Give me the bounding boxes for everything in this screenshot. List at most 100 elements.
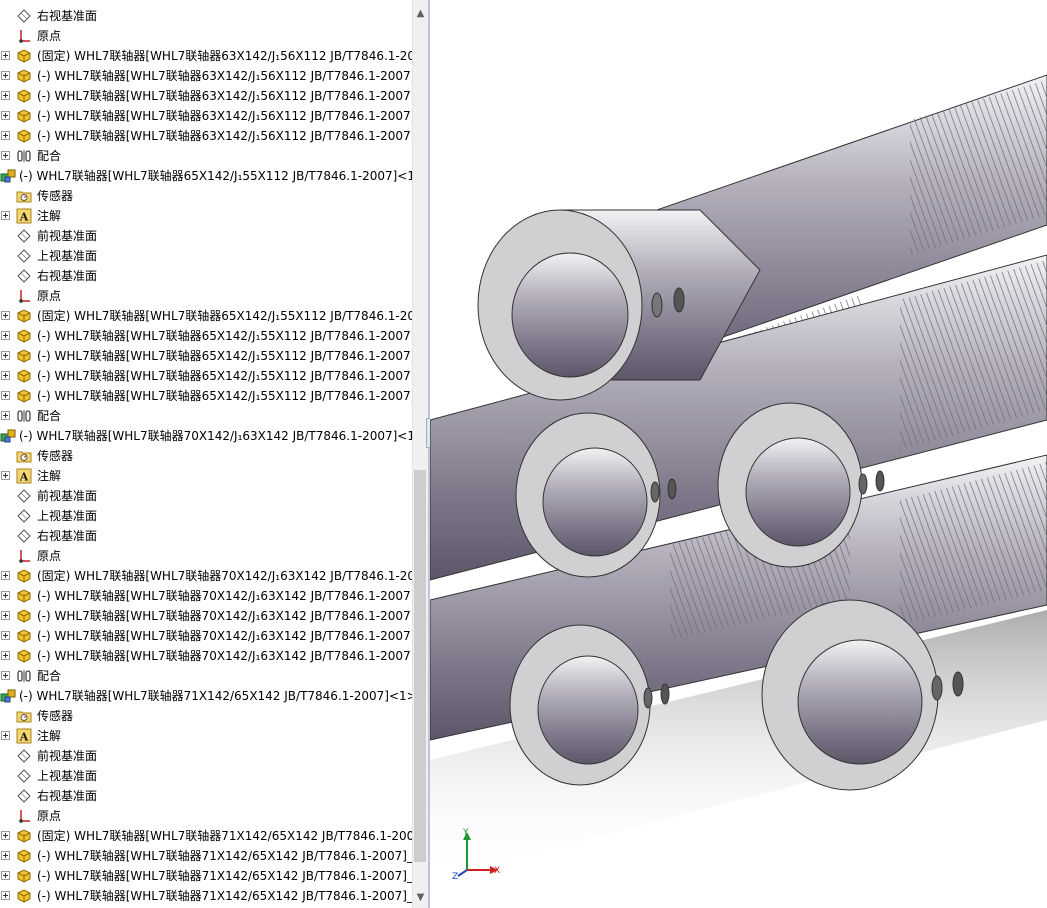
expand-toggle-icon[interactable] bbox=[1, 51, 10, 60]
tree-item[interactable]: 前视基准面 bbox=[0, 226, 413, 246]
tree-item-label: 传感器 bbox=[37, 709, 74, 723]
tree-item[interactable]: (-) WHL7联轴器[WHL7联轴器65X142/J₁55X112 JB/T7… bbox=[0, 366, 413, 386]
part-icon bbox=[16, 308, 32, 324]
origin-icon bbox=[16, 548, 32, 564]
expand-toggle-icon[interactable] bbox=[1, 391, 10, 400]
tree-item[interactable]: 原点 bbox=[0, 286, 413, 306]
plane-icon bbox=[16, 508, 32, 524]
tree-item[interactable]: (-) WHL7联轴器[WHL7联轴器63X142/J₁56X112 JB/T7… bbox=[0, 66, 413, 86]
part-icon bbox=[16, 48, 32, 64]
tree-item[interactable]: (-) WHL7联轴器[WHL7联轴器70X142/J₁63X142 JB/T7… bbox=[0, 626, 413, 646]
tree-item-label: 配合 bbox=[37, 149, 62, 163]
tree-item[interactable]: (-) WHL7联轴器[WHL7联轴器71X142/65X142 JB/T784… bbox=[0, 686, 413, 706]
tree-item-label: 原点 bbox=[37, 29, 62, 43]
tree-item[interactable]: (-) WHL7联轴器[WHL7联轴器63X142/J₁56X112 JB/T7… bbox=[0, 106, 413, 126]
tree-item[interactable]: 右视基准面 bbox=[0, 266, 413, 286]
tree-item[interactable]: 上视基准面 bbox=[0, 506, 413, 526]
tree-item[interactable]: (-) WHL7联轴器[WHL7联轴器70X142/J₁63X142 JB/T7… bbox=[0, 426, 413, 446]
tree-item-label: (-) WHL7联轴器[WHL7联轴器70X142/J₁63X142 JB/T7… bbox=[37, 649, 413, 663]
tree-item[interactable]: (-) WHL7联轴器[WHL7联轴器71X142/65X142 JB/T784… bbox=[0, 866, 413, 886]
expand-toggle-icon[interactable] bbox=[1, 571, 10, 580]
tree-item[interactable]: (-) WHL7联轴器[WHL7联轴器70X142/J₁63X142 JB/T7… bbox=[0, 646, 413, 666]
expand-toggle-icon[interactable] bbox=[1, 71, 10, 80]
tree-item[interactable]: A 注解 bbox=[0, 466, 413, 486]
tree-item-label: (-) WHL7联轴器[WHL7联轴器71X142/65X142 JB/T784… bbox=[37, 889, 413, 903]
tree-item[interactable]: (-) WHL7联轴器[WHL7联轴器65X142/J₁55X112 JB/T7… bbox=[0, 166, 413, 186]
tree-item[interactable]: A 注解 bbox=[0, 206, 413, 226]
tree-item[interactable]: 传感器 bbox=[0, 446, 413, 466]
expand-toggle-icon[interactable] bbox=[1, 331, 10, 340]
tree-item-label: (-) WHL7联轴器[WHL7联轴器63X142/J₁56X112 JB/T7… bbox=[37, 129, 413, 143]
annotation-icon: A bbox=[16, 468, 32, 484]
part-icon bbox=[16, 828, 32, 844]
expand-toggle-icon[interactable] bbox=[1, 371, 10, 380]
graphics-viewport[interactable]: Y X Z bbox=[430, 0, 1047, 908]
tree-item[interactable]: (-) WHL7联轴器[WHL7联轴器65X142/J₁55X112 JB/T7… bbox=[0, 386, 413, 406]
expand-toggle-icon[interactable] bbox=[1, 211, 10, 220]
tree-item[interactable]: (固定) WHL7联轴器[WHL7联轴器63X142/J₁56X112 JB/T… bbox=[0, 46, 413, 66]
tree-item[interactable]: 右视基准面 bbox=[0, 526, 413, 546]
tree-item[interactable]: 配合 bbox=[0, 666, 413, 686]
tree-item[interactable]: 右视基准面 bbox=[0, 6, 413, 26]
expand-toggle-icon[interactable] bbox=[1, 591, 10, 600]
expand-toggle-icon[interactable] bbox=[1, 631, 10, 640]
expand-toggle-icon[interactable] bbox=[1, 351, 10, 360]
expand-toggle-icon[interactable] bbox=[1, 91, 10, 100]
tree-item-label: (-) WHL7联轴器[WHL7联轴器63X142/J₁56X112 JB/T7… bbox=[37, 89, 413, 103]
tree-item[interactable]: 传感器 bbox=[0, 186, 413, 206]
tree-item[interactable]: (-) WHL7联轴器[WHL7联轴器63X142/J₁56X112 JB/T7… bbox=[0, 126, 413, 146]
tree-item[interactable]: 传感器 bbox=[0, 706, 413, 726]
expand-toggle-icon[interactable] bbox=[1, 871, 10, 880]
plane-icon bbox=[16, 8, 32, 24]
tree-item-label: (-) WHL7联轴器[WHL7联轴器71X142/65X142 JB/T784… bbox=[37, 849, 413, 863]
tree-item[interactable]: (-) WHL7联轴器[WHL7联轴器70X142/J₁63X142 JB/T7… bbox=[0, 606, 413, 626]
tree-item[interactable]: A 注解 bbox=[0, 726, 413, 746]
tree-item-label: 注解 bbox=[37, 729, 62, 743]
annotation-icon: A bbox=[16, 208, 32, 224]
expand-toggle-icon[interactable] bbox=[1, 831, 10, 840]
expand-toggle-icon[interactable] bbox=[1, 311, 10, 320]
tree-item[interactable]: (-) WHL7联轴器[WHL7联轴器71X142/65X142 JB/T784… bbox=[0, 886, 413, 906]
expand-toggle-icon[interactable] bbox=[1, 851, 10, 860]
scroll-down-arrow[interactable]: ▼ bbox=[413, 890, 428, 904]
svg-text:A: A bbox=[19, 211, 29, 224]
tree-item-label: 上视基准面 bbox=[37, 249, 98, 263]
tree-item[interactable]: 前视基准面 bbox=[0, 746, 413, 766]
expand-toggle-icon[interactable] bbox=[1, 151, 10, 160]
tree-item-label: 原点 bbox=[37, 549, 62, 563]
plane-icon bbox=[16, 488, 32, 504]
tree-item[interactable]: (-) WHL7联轴器[WHL7联轴器63X142/J₁56X112 JB/T7… bbox=[0, 86, 413, 106]
tree-item[interactable]: 右视基准面 bbox=[0, 786, 413, 806]
tree-item[interactable]: 原点 bbox=[0, 806, 413, 826]
expand-toggle-icon[interactable] bbox=[1, 651, 10, 660]
expand-toggle-icon[interactable] bbox=[1, 111, 10, 120]
expand-toggle-icon[interactable] bbox=[1, 671, 10, 680]
tree-item[interactable]: 配合 bbox=[0, 406, 413, 426]
tree-item[interactable]: (-) WHL7联轴器[WHL7联轴器65X142/J₁55X112 JB/T7… bbox=[0, 326, 413, 346]
tree-item[interactable]: (固定) WHL7联轴器[WHL7联轴器71X142/65X142 JB/T78… bbox=[0, 826, 413, 846]
expand-toggle-icon[interactable] bbox=[1, 471, 10, 480]
scroll-up-arrow[interactable]: ▲ bbox=[413, 6, 428, 20]
tree-item[interactable]: 上视基准面 bbox=[0, 246, 413, 266]
plane-icon bbox=[16, 788, 32, 804]
expand-toggle-icon[interactable] bbox=[1, 411, 10, 420]
scroll-thumb[interactable] bbox=[414, 470, 426, 862]
tree-item[interactable]: 前视基准面 bbox=[0, 486, 413, 506]
tree-item[interactable]: 原点 bbox=[0, 26, 413, 46]
tree-item[interactable]: (-) WHL7联轴器[WHL7联轴器65X142/J₁55X112 JB/T7… bbox=[0, 346, 413, 366]
expand-toggle-icon[interactable] bbox=[1, 611, 10, 620]
part-icon bbox=[16, 848, 32, 864]
tree-item[interactable]: 原点 bbox=[0, 546, 413, 566]
expand-toggle-icon[interactable] bbox=[1, 731, 10, 740]
tree-item[interactable]: 上视基准面 bbox=[0, 766, 413, 786]
tree-item[interactable]: (固定) WHL7联轴器[WHL7联轴器65X142/J₁55X112 JB/T… bbox=[0, 306, 413, 326]
origin-icon bbox=[16, 288, 32, 304]
tree-item[interactable]: (固定) WHL7联轴器[WHL7联轴器70X142/J₁63X142 JB/T… bbox=[0, 566, 413, 586]
tree-item[interactable]: (-) WHL7联轴器[WHL7联轴器71X142/65X142 JB/T784… bbox=[0, 846, 413, 866]
tree-item[interactable]: 配合 bbox=[0, 146, 413, 166]
expand-toggle-icon[interactable] bbox=[1, 131, 10, 140]
tree-item-label: 右视基准面 bbox=[37, 269, 98, 283]
tree-item[interactable]: (-) WHL7联轴器[WHL7联轴器70X142/J₁63X142 JB/T7… bbox=[0, 586, 413, 606]
expand-toggle-icon[interactable] bbox=[1, 891, 10, 900]
tree-item-label: (-) WHL7联轴器[WHL7联轴器70X142/J₁63X142 JB/T7… bbox=[19, 429, 413, 443]
